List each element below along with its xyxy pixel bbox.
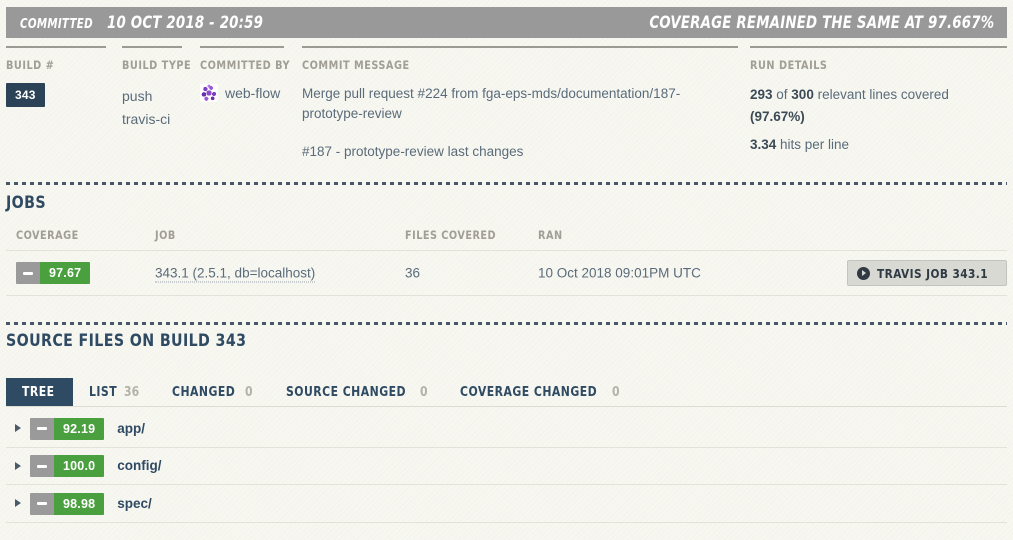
column-rule (750, 46, 1007, 48)
travis-job-button[interactable]: TRAVIS JOB 343.1 (846, 260, 1007, 286)
coverage-badge-value: 97.67 (40, 262, 91, 284)
total-lines-count: 300 (791, 87, 814, 102)
build-type-service: travis-ci (122, 111, 171, 127)
tree-folder-name: config/ (117, 458, 162, 474)
expand-triangle-icon[interactable] (10, 462, 26, 470)
coverage-badge: 97.67 (16, 262, 91, 284)
no-change-icon (30, 455, 54, 477)
jobs-heading: JOBS (6, 193, 46, 213)
build-type-label: BUILD TYPE (122, 58, 192, 72)
tab-label: CHANGED (172, 384, 236, 400)
commit-message-label: COMMIT MESSAGE (302, 58, 410, 72)
tree-coverage-value: 100.0 (54, 455, 105, 477)
run-details-column: RUN DETAILS 293 of 300 relevant lines co… (750, 46, 1007, 156)
source-files-tabs: TREE LIST 36 CHANGED 0 SOURCE CHANGED 0 … (6, 378, 1007, 407)
tab-label: SOURCE CHANGED (285, 384, 406, 400)
covered-lines-count: 293 (750, 87, 773, 102)
column-rule (6, 46, 106, 48)
relevant-lines-covered: 293 of 300 relevant lines covered (97.67… (750, 84, 1007, 128)
divider-source-files (6, 322, 1007, 325)
column-header-job: JOB (155, 228, 176, 242)
tree-row[interactable]: 100.0 config/ (6, 448, 1007, 485)
committed-by-column: COMMITTED BY web-flow (200, 46, 291, 102)
tree-coverage-value: 92.19 (54, 417, 105, 440)
job-files-covered: 36 (405, 265, 421, 281)
jobs-table: COVERAGE JOB FILES COVERED RAN 97.67 343… (6, 228, 1007, 296)
no-change-icon (16, 262, 40, 284)
build-info-section: BUILD # 343 BUILD TYPE push travis-ci CO… (0, 46, 1013, 176)
committed-date: 10 OCT 2018 - 20:59 (106, 13, 263, 32)
no-change-icon (30, 417, 54, 440)
commit-message-line-2: #187 - prototype-review last changes (302, 144, 524, 159)
committed-by-label: COMMITTED BY (200, 58, 291, 72)
tree-row[interactable]: 98.98 spec/ (6, 485, 1007, 523)
build-number-badge: 343 (6, 83, 45, 107)
tab-label: LIST (88, 384, 118, 400)
column-header-ran: RAN (538, 228, 563, 242)
hits-value: 3.34 (750, 137, 777, 152)
build-number-label: BUILD # (6, 58, 55, 72)
tree-folder-name: app/ (117, 420, 146, 436)
jobs-table-row: 97.67 343.1 (2.5.1, db=localhost) 36 10 … (6, 250, 1007, 296)
source-files-heading: SOURCE FILES ON BUILD 343 (6, 331, 247, 351)
no-change-icon (30, 492, 54, 515)
build-type-column: BUILD TYPE push travis-ci (122, 46, 192, 131)
column-header-files-covered: FILES COVERED (405, 228, 497, 242)
tree-coverage-badge: 98.98 (30, 492, 105, 515)
job-coverage-badge: 97.67 (16, 262, 91, 284)
travis-job-button-label: TRAVIS JOB 343.1 (876, 265, 988, 281)
relevant-lines-text: relevant lines covered (813, 87, 949, 102)
commit-message-column: COMMIT MESSAGE Merge pull request #224 f… (302, 46, 738, 162)
jobs-table-header: COVERAGE JOB FILES COVERED RAN (6, 228, 1007, 250)
column-header-coverage: COVERAGE (16, 228, 79, 242)
divider-jobs (6, 182, 1007, 185)
hits-text: hits per line (776, 137, 850, 152)
expand-triangle-icon[interactable] (10, 424, 26, 432)
tab-count: 36 (124, 384, 140, 400)
build-number-column: BUILD # 343 (6, 46, 106, 107)
job-link-cell[interactable]: 343.1 (2.5.1, db=localhost) (155, 265, 316, 283)
commit-message-line-1: Merge pull request #224 from fga-eps-mds… (302, 86, 681, 121)
circle-arrow-icon (856, 266, 870, 280)
coverage-percent: (97.67%) (750, 109, 805, 124)
build-type-value: push travis-ci (122, 85, 182, 131)
build-type-push: push (122, 88, 153, 104)
tree-coverage-value: 98.98 (54, 492, 105, 515)
run-details-label: RUN DETAILS (750, 58, 828, 72)
tab-coverage-changed[interactable]: COVERAGE CHANGED 0 (444, 378, 637, 406)
tab-count: 0 (419, 384, 428, 400)
source-file-tree: 92.19 app/ 100.0 config/ 98.98 spec/ (6, 410, 1007, 523)
status-bar-left: COMMITTED 10 OCT 2018 - 20:59 (20, 13, 280, 32)
job-link[interactable]: 343.1 (2.5.1, db=localhost) (155, 265, 316, 283)
tab-source-changed[interactable]: SOURCE CHANGED 0 (270, 378, 444, 406)
tree-coverage-badge: 100.0 (30, 455, 105, 477)
tree-coverage-badge: 92.19 (30, 417, 105, 440)
tab-count: 0 (612, 384, 620, 400)
coverage-summary-text: COVERAGE REMAINED THE SAME AT 97.667% (649, 13, 994, 32)
committer-name: web-flow (225, 85, 281, 101)
committed-label: COMMITTED (20, 17, 93, 32)
job-ran-timestamp: 10 Oct 2018 09:01PM UTC (538, 265, 701, 281)
committer: web-flow (200, 84, 284, 102)
commit-status-bar: COMMITTED 10 OCT 2018 - 20:59 COVERAGE R… (6, 7, 1007, 38)
tab-label: TREE (22, 384, 55, 400)
tab-list[interactable]: LIST 36 (73, 378, 156, 406)
tab-tree[interactable]: TREE (6, 378, 73, 406)
column-rule (122, 46, 182, 48)
expand-triangle-icon[interactable] (10, 499, 26, 507)
tab-changed[interactable]: CHANGED 0 (156, 378, 269, 406)
tab-count: 0 (245, 384, 254, 400)
column-rule (200, 46, 284, 48)
column-rule (302, 46, 738, 48)
avatar (200, 84, 218, 102)
tree-folder-name: spec/ (117, 495, 152, 511)
tab-label: COVERAGE CHANGED (459, 384, 597, 400)
tree-row[interactable]: 92.19 app/ (6, 410, 1007, 448)
hits-per-line: 3.34 hits per line (750, 134, 1007, 156)
of-text: of (772, 87, 792, 102)
